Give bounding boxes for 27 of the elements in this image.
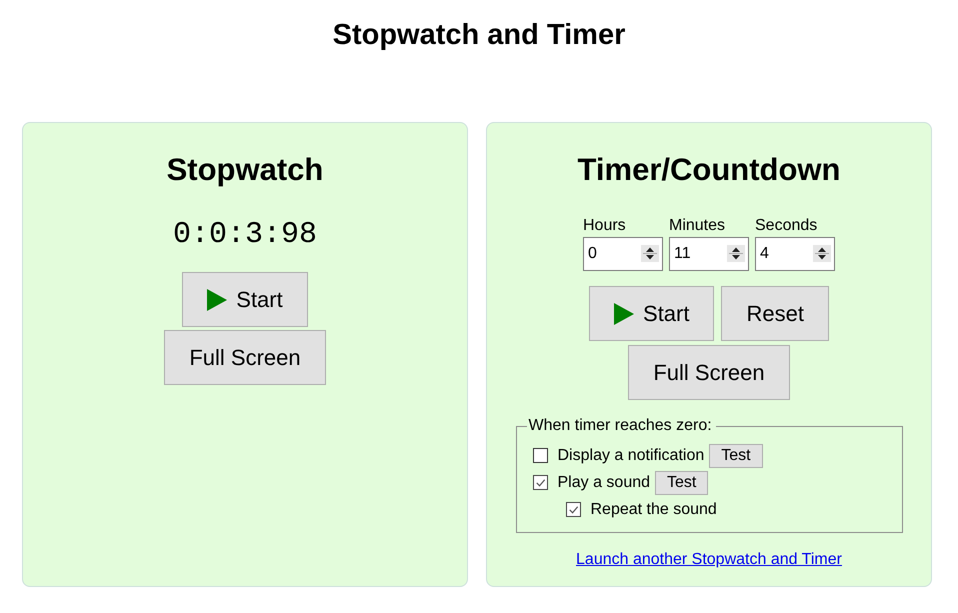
checkbox-label[interactable]: Play a sound <box>558 472 650 492</box>
checkbox[interactable] <box>532 475 548 490</box>
group-legend: When timer reaches zero: <box>526 416 716 436</box>
test-button[interactable]: Test <box>709 444 763 468</box>
checkbox[interactable] <box>566 502 580 517</box>
elapsed-time-display: 0:0:3:98 <box>172 217 318 253</box>
start-button[interactable]: Start <box>182 272 308 327</box>
spinner-icon[interactable] <box>727 245 745 262</box>
panel-title: Stopwatch <box>166 152 324 188</box>
panel-title: Timer/Countdown <box>578 152 840 188</box>
action-button[interactable]: Reset <box>721 286 829 341</box>
field-label: Minutes <box>669 216 726 236</box>
spinner-icon[interactable] <box>641 245 659 262</box>
field-label: Hours <box>583 216 627 236</box>
launch-link[interactable]: Launch another Stopwatch and Timer <box>576 551 842 568</box>
checkbox-label[interactable]: Display a notification <box>558 446 704 466</box>
test-button[interactable]: Test <box>655 470 708 494</box>
action-button[interactable]: Full Screen <box>164 330 326 385</box>
play-icon <box>614 302 634 324</box>
checkbox[interactable] <box>532 448 548 463</box>
spinner-icon[interactable] <box>813 245 831 262</box>
start-button[interactable]: Start <box>589 286 714 341</box>
page-title: Stopwatch and Timer <box>332 18 626 53</box>
action-button[interactable]: Full Screen <box>628 345 790 400</box>
checkbox-label[interactable]: Repeat the sound <box>590 500 717 520</box>
field-label: Seconds <box>755 216 818 236</box>
play-icon <box>207 288 228 310</box>
